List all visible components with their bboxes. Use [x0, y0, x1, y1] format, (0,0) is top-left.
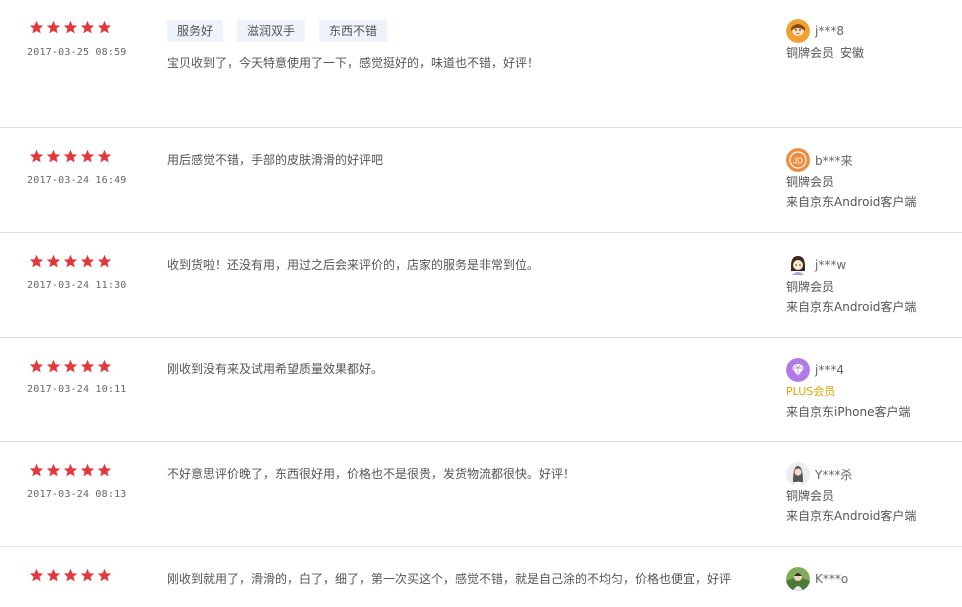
star-rating	[29, 359, 112, 374]
review-content: 收到货啦！还没有用，用过之后会来评价的，店家的服务是非常到位。	[167, 258, 540, 272]
reviewer-client: 来自京东Android客户端	[786, 509, 917, 523]
review-list: 2017-03-25 08:59 服务好 滋润双手 东西不错 宝贝收到了，今天特…	[0, 0, 962, 607]
reviewer-name[interactable]: j***w	[815, 258, 846, 272]
star-icon	[46, 149, 61, 163]
star-icon	[46, 20, 61, 34]
review-tag[interactable]: 滋润双手	[237, 20, 306, 42]
star-icon	[97, 254, 112, 268]
reviewer-client: 来自京东Android客户端	[786, 300, 917, 314]
reviewer-name[interactable]: b***来	[815, 152, 853, 169]
star-rating	[29, 149, 112, 164]
star-icon	[46, 568, 61, 582]
star-icon	[63, 254, 78, 268]
star-icon	[80, 149, 95, 163]
avatar-jd-icon[interactable]: JD	[786, 148, 810, 172]
reviewer-name[interactable]: j***4	[815, 363, 844, 377]
reviewer-name[interactable]: j***8	[815, 24, 844, 38]
reviewer-level-line: 铜牌会员 安徽	[786, 43, 956, 63]
review-item: 2017-03-24 08:13 不好意思评价晚了，东西很好用，价格也不是很贵，…	[0, 442, 962, 547]
review-content: 用后感觉不错，手部的皮肤滑滑的好评吧	[167, 153, 384, 167]
review-item: 2017-03-24 11:30 收到货啦！还没有用，用过之后会来评价的，店家的…	[0, 233, 962, 338]
review-tag[interactable]: 服务好	[167, 20, 224, 42]
review-content: 刚收到没有来及试用希望质量效果都好。	[167, 362, 384, 376]
star-icon	[97, 463, 112, 477]
reviewer-info: Y***杀 铜牌会员 来自京东Android客户端	[786, 462, 956, 526]
member-level: 铜牌会员	[786, 46, 835, 60]
star-icon	[80, 359, 95, 373]
star-icon	[29, 359, 44, 373]
review-item: 2017-03-24 16:49 用后感觉不错，手部的皮肤滑滑的好评吧 JD b…	[0, 128, 962, 233]
member-level: 铜牌会员	[786, 175, 835, 189]
reviewer-location: 安徽	[840, 46, 865, 60]
star-rating	[29, 254, 112, 269]
reviewer-info: JD b***来 铜牌会员 来自京东Android客户端	[786, 148, 956, 212]
star-icon	[29, 254, 44, 268]
avatar-plus-diamond-icon[interactable]	[786, 358, 810, 382]
reviewer-info: j***4 PLUS会员 来自京东iPhone客户端	[786, 358, 956, 422]
star-icon	[29, 149, 44, 163]
review-content: 不好意思评价晚了，东西很好用，价格也不是很贵，发货物流都很快。好评！	[167, 467, 576, 481]
star-icon	[63, 359, 78, 373]
reviewer-info: K***o	[786, 567, 956, 591]
review-date: 2017-03-25 08:59	[27, 47, 127, 58]
review-content: 宝贝收到了，今天特意使用了一下，感觉挺好的，味道也不错，好评！	[167, 56, 540, 70]
avatar-girl-orange-icon[interactable]	[786, 19, 810, 43]
review-item: 2017-03-24 10:11 刚收到没有来及试用希望质量效果都好。 j***…	[0, 338, 962, 442]
star-icon	[97, 359, 112, 373]
avatar-cartoon-girl-icon[interactable]	[786, 253, 810, 277]
reviewer-info: j***8 铜牌会员 安徽	[786, 19, 956, 63]
star-icon	[46, 254, 61, 268]
avatar-photo-outdoor-icon[interactable]	[786, 567, 810, 591]
member-level-plus: PLUS会员	[786, 385, 836, 398]
star-icon	[29, 20, 44, 34]
star-icon	[46, 463, 61, 477]
star-icon	[80, 463, 95, 477]
reviewer-info: j***w 铜牌会员 来自京东Android客户端	[786, 253, 956, 317]
review-date: 2017-03-24 10:11	[27, 384, 127, 395]
review-date: 2017-03-24 11:30	[27, 280, 127, 291]
star-rating	[29, 20, 112, 35]
reviewer-name[interactable]: K***o	[815, 572, 848, 586]
star-icon	[63, 20, 78, 34]
member-level: 铜牌会员	[786, 489, 835, 503]
review-content: 刚收到就用了，滑滑的，白了，细了，第一次买这个，感觉不错，就是自己涂的不均匀，价…	[167, 572, 732, 586]
star-icon	[97, 149, 112, 163]
review-tag[interactable]: 东西不错	[319, 20, 388, 42]
star-icon	[97, 568, 112, 582]
review-date: 2017-03-24 16:49	[27, 175, 127, 186]
review-item: 2017-03-25 08:59 服务好 滋润双手 东西不错 宝贝收到了，今天特…	[0, 0, 962, 128]
reviewer-client: 来自京东iPhone客户端	[786, 405, 911, 419]
star-icon	[63, 463, 78, 477]
member-level: 铜牌会员	[786, 280, 835, 294]
svg-text:JD: JD	[793, 157, 803, 166]
star-icon	[97, 20, 112, 34]
star-icon	[80, 20, 95, 34]
star-icon	[80, 568, 95, 582]
star-rating	[29, 463, 112, 478]
star-icon	[63, 149, 78, 163]
star-icon	[63, 568, 78, 582]
reviewer-name[interactable]: Y***杀	[815, 466, 852, 483]
review-tags: 服务好 滋润双手 东西不错	[167, 20, 388, 42]
star-icon	[80, 254, 95, 268]
star-icon	[46, 359, 61, 373]
reviewer-client: 来自京东Android客户端	[786, 195, 917, 209]
star-icon	[29, 463, 44, 477]
review-date: 2017-03-24 08:13	[27, 489, 127, 500]
star-icon	[29, 568, 44, 582]
avatar-photo-girl-icon[interactable]	[786, 462, 810, 486]
review-item: 刚收到就用了，滑滑的，白了，细了，第一次买这个，感觉不错，就是自己涂的不均匀，价…	[0, 547, 962, 607]
star-rating	[29, 568, 112, 583]
